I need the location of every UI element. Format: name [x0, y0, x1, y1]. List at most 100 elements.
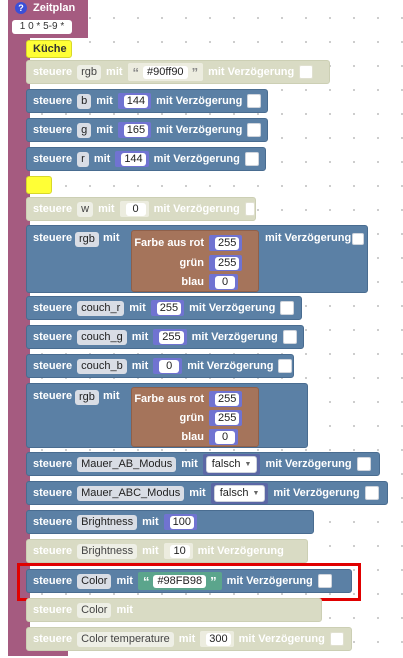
steuere-label: steuere: [33, 545, 73, 557]
block-brightness-faded[interactable]: steuere Brightness mit 10 mit Verzögerun…: [26, 539, 308, 563]
value-rot[interactable]: 255: [215, 236, 240, 250]
steuere-label: steuere: [33, 302, 73, 314]
value-couch-r[interactable]: 255: [156, 301, 182, 315]
steuere-label: steuere: [33, 66, 73, 78]
value-rot[interactable]: 255: [215, 392, 240, 406]
cron-field[interactable]: 1 0 * 5-9 *: [12, 20, 72, 34]
state-couch-r[interactable]: couch_r: [77, 300, 125, 316]
delay-checkbox[interactable]: [317, 574, 332, 588]
block-couch-b[interactable]: steuere couch_b mit 0 mit Verzögerung: [26, 354, 294, 378]
block-brightness[interactable]: steuere Brightness mit 100: [26, 510, 314, 534]
comment-kueche[interactable]: Küche: [26, 40, 72, 58]
block-color-faded[interactable]: steuere Color mit: [26, 598, 322, 622]
number-slot: 255: [209, 255, 243, 271]
delay-checkbox[interactable]: [244, 202, 255, 216]
delay-checkbox[interactable]: [247, 123, 262, 137]
state-g[interactable]: g: [77, 122, 92, 138]
state-color[interactable]: Color: [77, 602, 112, 618]
state-w[interactable]: w: [77, 201, 94, 217]
steuere-label: steuere: [33, 95, 73, 107]
value-blau[interactable]: 0: [215, 430, 235, 444]
row-blau: blau 0: [132, 429, 238, 445]
mit-label: mit: [103, 390, 120, 402]
number-slot: 255: [209, 235, 243, 251]
value-r[interactable]: 144: [121, 152, 146, 166]
value-blau[interactable]: 0: [215, 275, 235, 289]
label-blau: blau: [181, 431, 204, 443]
delay-checkbox[interactable]: [299, 65, 314, 79]
row-rot: Farbe aus rot 255: [132, 235, 243, 251]
value-gruen[interactable]: 255: [215, 256, 240, 270]
delay-label: mit Verzögerung: [189, 302, 276, 314]
hex-value[interactable]: #90ff90: [143, 65, 188, 79]
block-w[interactable]: steuere w mit 0 mit Verzögerung: [26, 197, 256, 221]
delay-checkbox[interactable]: [282, 330, 297, 344]
delay-label: mit Verzögerung: [191, 331, 278, 343]
value-couch-b[interactable]: 0: [159, 359, 180, 373]
mit-label: mit: [178, 633, 196, 645]
block-couch-r[interactable]: steuere couch_r mit 255 mit Verzögerung: [26, 296, 302, 320]
value-couch-g[interactable]: 255: [159, 330, 184, 344]
state-couch-b[interactable]: couch_b: [77, 358, 127, 374]
state-couch-g[interactable]: couch_g: [77, 329, 127, 345]
state-r[interactable]: r: [77, 151, 89, 167]
color-from-rgb-block[interactable]: Farbe aus rot 255 grün 255 blau 0: [131, 230, 259, 292]
boolean-slot: falsch ▼: [210, 482, 269, 504]
block-color-temperature[interactable]: steuere Color temperature mit 300 mit Ve…: [26, 627, 352, 651]
comment-empty[interactable]: [26, 176, 52, 194]
block-g[interactable]: steuere g mit 165 mit Verzögerung: [26, 118, 268, 142]
state-color[interactable]: Color: [77, 573, 112, 589]
mit-label: mit: [116, 604, 133, 616]
number-slot: 255: [150, 300, 185, 316]
value-g[interactable]: 165: [123, 123, 149, 137]
steuere-label: steuere: [33, 124, 73, 136]
delay-checkbox[interactable]: [356, 457, 371, 471]
delay-label: mit Verzögerung: [153, 153, 240, 165]
delay-checkbox[interactable]: [280, 301, 295, 315]
delay-label: mit Verzögerung: [208, 66, 295, 78]
value-brightness[interactable]: 100: [169, 515, 194, 529]
value-color-temperature[interactable]: 300: [206, 632, 231, 646]
block-couch-g[interactable]: steuere couch_g mit 255 mit Verzögerung: [26, 325, 304, 349]
state-rgb[interactable]: rgb: [75, 232, 99, 247]
block-color[interactable]: steuere Color mit “ #98FB98 ” mit Verzög…: [26, 569, 352, 593]
number-slot: 165: [117, 122, 152, 138]
delay-checkbox[interactable]: [247, 94, 262, 108]
block-mauer-ab[interactable]: steuere Mauer_AB_Modus mit falsch ▼ mit …: [26, 452, 380, 476]
question-icon[interactable]: ?: [15, 2, 27, 14]
block-r[interactable]: steuere r mit 144 mit Verzögerung: [26, 147, 266, 171]
color-value[interactable]: #98FB98: [153, 574, 207, 588]
delay-checkbox[interactable]: [278, 359, 293, 373]
delay-checkbox[interactable]: [244, 152, 259, 166]
delay-checkbox[interactable]: [352, 233, 364, 245]
bool-dropdown[interactable]: falsch ▼: [205, 455, 258, 473]
state-rgb[interactable]: rgb: [75, 390, 99, 405]
state-brightness[interactable]: Brightness: [77, 514, 138, 530]
mit-label: mit: [142, 545, 159, 557]
block-rgb-fn-2[interactable]: steuere rgb mit Farbe aus rot 255 grün 2…: [26, 383, 308, 448]
color-from-rgb-block[interactable]: Farbe aus rot 255 grün 255 blau 0: [131, 387, 259, 447]
state-brightness[interactable]: Brightness: [77, 543, 138, 559]
state-color-temperature[interactable]: Color temperature: [77, 631, 174, 647]
delay-label: mit Verzögerung: [153, 203, 240, 215]
delay-checkbox[interactable]: [364, 486, 379, 500]
block-rgb-hex[interactable]: steuere rgb mit “ #90ff90 ” mit Verzöger…: [26, 60, 330, 84]
state-b[interactable]: b: [77, 93, 92, 109]
delay-checkbox[interactable]: [329, 632, 344, 646]
mit-label: mit: [131, 360, 149, 372]
value-gruen[interactable]: 255: [215, 411, 240, 425]
state-mauer-abc[interactable]: Mauer_ABC_Modus: [77, 485, 185, 501]
label-rot: Farbe aus rot: [134, 393, 204, 405]
value-b[interactable]: 144: [123, 94, 149, 108]
number-slot: 0: [209, 429, 238, 445]
bool-dropdown[interactable]: falsch ▼: [213, 484, 266, 502]
block-b[interactable]: steuere b mit 144 mit Verzögerung: [26, 89, 268, 113]
value-w[interactable]: 0: [125, 202, 146, 216]
state-mauer-ab[interactable]: Mauer_AB_Modus: [77, 456, 177, 472]
block-rgb-fn[interactable]: steuere rgb mit Farbe aus rot 255 grün 2…: [26, 225, 368, 293]
number-slot: 255: [209, 410, 243, 426]
delay-label: mit Verzögerung: [156, 95, 243, 107]
block-mauer-abc[interactable]: steuere Mauer_ABC_Modus mit falsch ▼ mit…: [26, 481, 388, 505]
value-brightness[interactable]: 10: [169, 544, 190, 558]
state-rgb[interactable]: rgb: [77, 64, 102, 80]
